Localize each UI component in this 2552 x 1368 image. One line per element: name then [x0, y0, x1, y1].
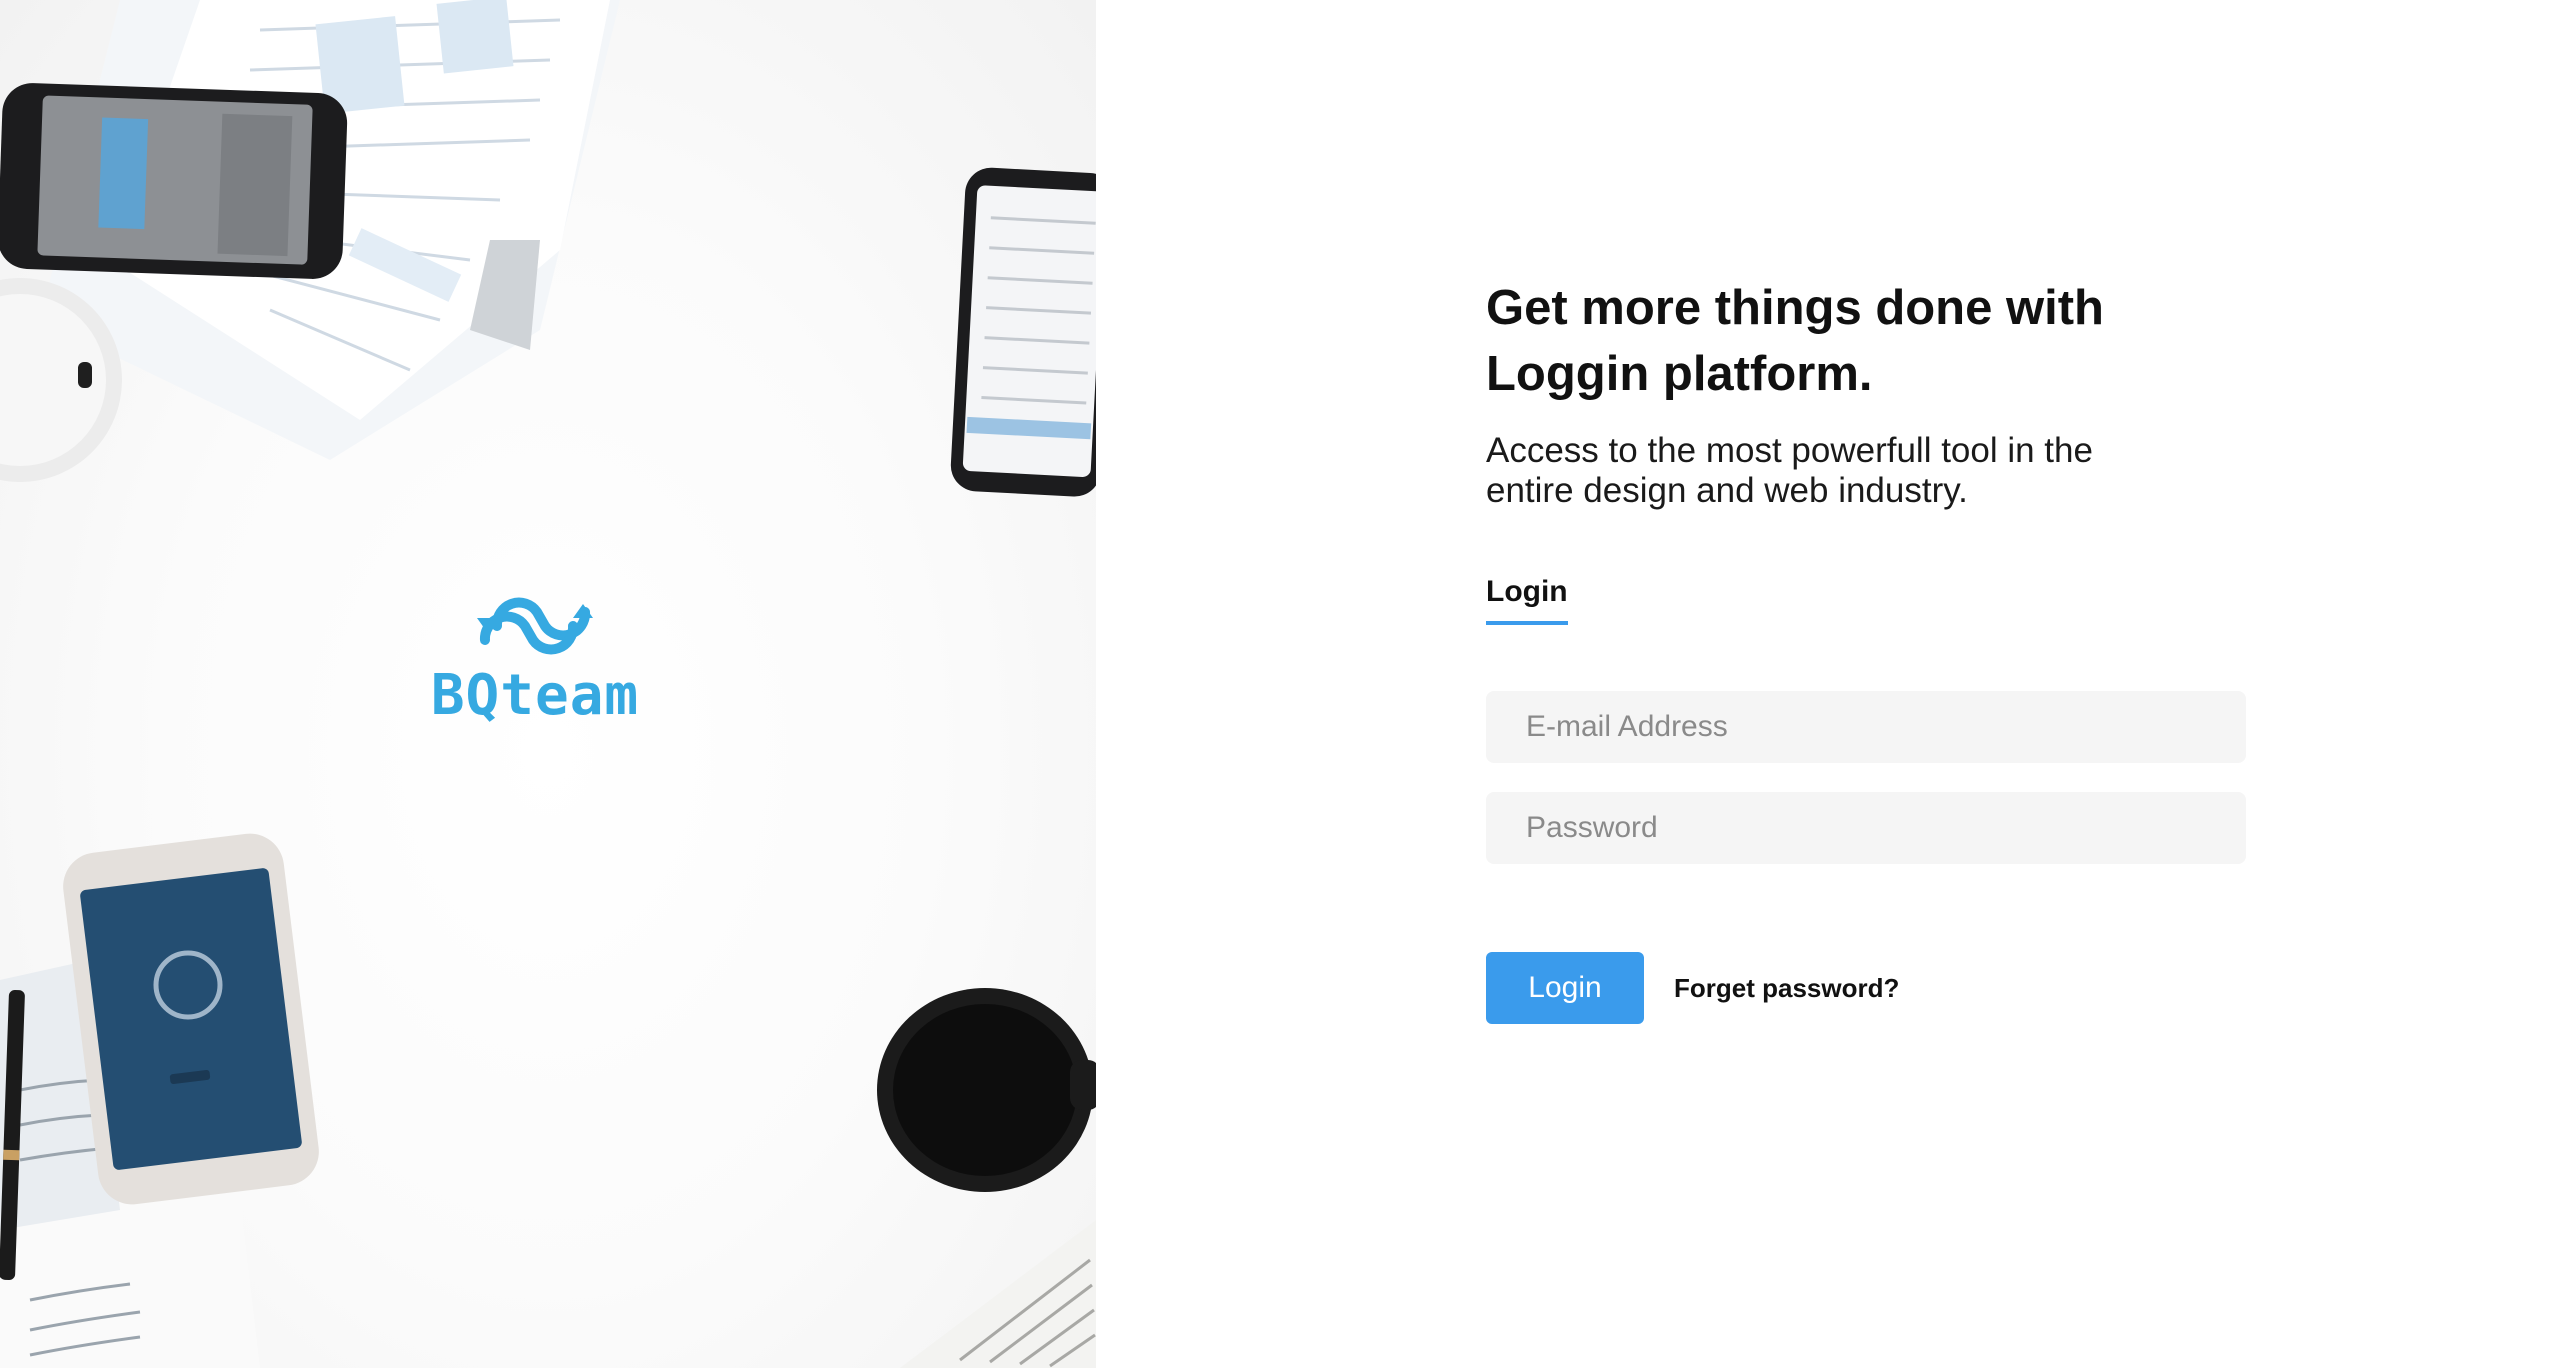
phone-bottom-left: [63, 833, 319, 1205]
newspaper: [900, 1220, 1096, 1368]
coffee-mug: [877, 988, 1096, 1192]
login-button[interactable]: Login: [1486, 952, 1644, 1024]
login-form-panel: Get more things done with Loggin platfor…: [1096, 0, 2552, 1368]
form-actions: Login Forget password?: [1486, 952, 2246, 1024]
password-field[interactable]: [1486, 792, 2246, 864]
login-form: Get more things done with Loggin platfor…: [1486, 275, 2246, 1024]
forgot-password-link[interactable]: Forget password?: [1674, 973, 1899, 1004]
tab-login[interactable]: Login: [1486, 575, 1568, 625]
page-headline: Get more things done with Loggin platfor…: [1486, 281, 2104, 401]
page-subheadline: Access to the most powerfull tool in the…: [1486, 431, 2093, 510]
sync-arrows-icon: [477, 597, 593, 655]
phone-top-left: [0, 83, 348, 279]
brand-name: BQteam: [430, 663, 640, 728]
login-page: BQteam Get more things done with Loggin …: [0, 0, 2552, 1368]
brand-logo: BQteam: [430, 586, 640, 728]
email-field[interactable]: [1486, 691, 2246, 763]
desk-photo-panel: BQteam: [0, 0, 1096, 1368]
form-tabs: Login: [1486, 575, 2246, 625]
phone-top-right: [950, 167, 1096, 497]
